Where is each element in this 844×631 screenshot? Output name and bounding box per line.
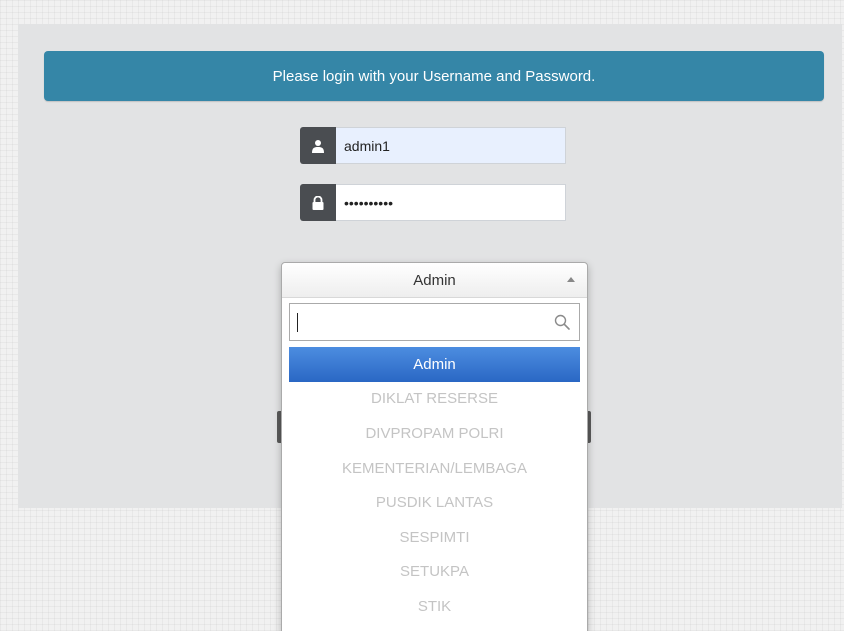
role-option[interactable]: KEMENTERIAN/LEMBAGA	[289, 451, 580, 486]
login-notice: Please login with your Username and Pass…	[44, 51, 824, 101]
chevron-up-icon[interactable]	[567, 277, 575, 282]
username-input[interactable]	[336, 127, 566, 164]
password-field-group	[300, 184, 566, 221]
user-icon	[300, 127, 336, 164]
search-icon	[554, 314, 570, 330]
role-option[interactable]: Admin	[289, 347, 580, 382]
role-option[interactable]: DIKLAT RESERSE	[289, 382, 580, 417]
hidden-button-edge-right	[588, 411, 591, 443]
lock-icon	[300, 184, 336, 221]
password-input[interactable]	[336, 184, 566, 221]
role-option[interactable]: DIVPROPAM POLRI	[289, 416, 580, 451]
role-select[interactable]: Admin Admin DIKLAT RESERSE DIVPROPAM POLRI…	[281, 262, 588, 631]
username-field-group	[300, 127, 566, 164]
role-options-list: Admin DIKLAT RESERSE DIVPROPAM POLRI KEMENT…	[289, 347, 580, 624]
role-search-box[interactable]	[289, 303, 580, 341]
role-select-current[interactable]: Admin	[282, 263, 587, 298]
role-search-input[interactable]	[290, 304, 552, 340]
role-option[interactable]: SETUKPA	[289, 555, 580, 590]
text-cursor	[297, 313, 298, 332]
role-option[interactable]: SESPIMTI	[289, 520, 580, 555]
role-select-value: Admin	[413, 271, 456, 289]
login-notice-text: Please login with your Username and Pass…	[272, 67, 596, 85]
role-option[interactable]: STIK	[289, 589, 580, 624]
role-option[interactable]: PUSDIK LANTAS	[289, 485, 580, 520]
